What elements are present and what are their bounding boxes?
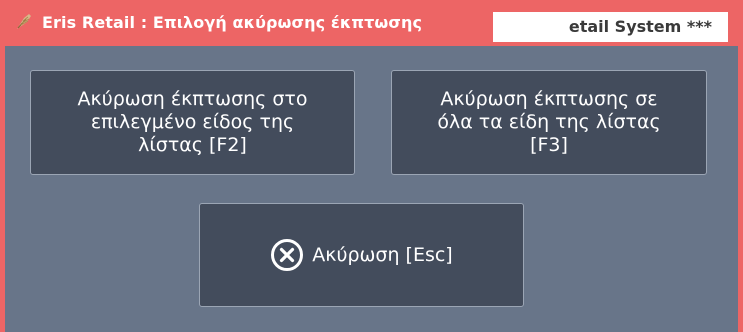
- cancel-button-label: Ακύρωση [Esc]: [312, 243, 453, 266]
- close-circle-icon: [271, 239, 304, 271]
- background-window-title: etail System ***: [568, 17, 712, 36]
- background-window-title-area: etail System ***: [493, 12, 728, 42]
- cancel-discount-selected-item-button[interactable]: Ακύρωση έκπτωσης στο επιλεγμένο είδος τη…: [30, 70, 355, 175]
- cancel-discount-selected-item-label: Ακύρωση έκπτωσης στο επιλεγμένο είδος τη…: [77, 88, 308, 156]
- cancel-discount-all-items-label: Ακύρωση έκπτωσης σε όλα τα είδη της λίστ…: [437, 88, 661, 156]
- window-title: Eris Retail : Επιλογή ακύρωσης έκπτωσης: [42, 13, 423, 32]
- cancel-discount-all-items-button[interactable]: Ακύρωση έκπτωσης σε όλα τα είδη της λίστ…: [391, 70, 707, 175]
- titlebar[interactable]: Eris Retail : Επιλογή ακύρωσης έκπτωσης …: [0, 0, 743, 46]
- dialog-window: Eris Retail : Επιλογή ακύρωσης έκπτωσης …: [0, 0, 743, 332]
- eris-feather-icon: [17, 14, 31, 29]
- dialog-content: Ακύρωση έκπτωσης στο επιλεγμένο είδος τη…: [5, 46, 738, 332]
- cancel-button[interactable]: Ακύρωση [Esc]: [199, 203, 524, 307]
- cancel-button-content: Ακύρωση [Esc]: [270, 238, 453, 272]
